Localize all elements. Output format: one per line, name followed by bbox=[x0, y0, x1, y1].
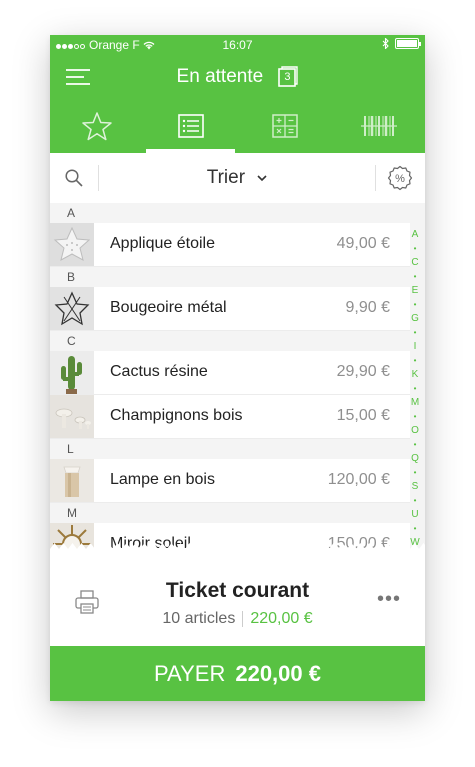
index-separator bbox=[408, 242, 422, 256]
index-separator bbox=[408, 354, 422, 368]
index-separator bbox=[408, 298, 422, 312]
alphabet-index[interactable]: ACEGIKMOQSUW bbox=[408, 228, 422, 550]
product-thumbnail bbox=[50, 395, 94, 438]
bluetooth-icon bbox=[382, 38, 389, 49]
filter-bar: Trier % bbox=[50, 153, 425, 204]
app-screen: Orange F 16:07 En attente 3 Trier % A Ap… bbox=[50, 35, 425, 701]
index-letter[interactable]: S bbox=[408, 480, 422, 494]
section-header: A bbox=[67, 206, 76, 220]
product-price: 29,90 € bbox=[336, 363, 390, 380]
more-options-icon[interactable]: ••• bbox=[377, 588, 401, 611]
list-item[interactable]: Lampe en bois 120,00 € bbox=[50, 459, 410, 503]
product-list: A Applique étoile 49,00 € B Bougeoire mé… bbox=[50, 203, 425, 553]
index-separator bbox=[408, 410, 422, 424]
ticket-article-count: 10 articles bbox=[162, 610, 236, 627]
product-name: Lampe en bois bbox=[110, 471, 215, 488]
section-header: L bbox=[67, 442, 74, 456]
product-thumbnail bbox=[50, 351, 94, 394]
index-letter[interactable]: C bbox=[408, 256, 422, 270]
nav-bar: En attente 3 bbox=[50, 55, 425, 99]
index-separator bbox=[408, 494, 422, 508]
index-separator bbox=[408, 382, 422, 396]
ticket-label: Ticket courant bbox=[165, 579, 310, 602]
list-icon bbox=[177, 114, 204, 138]
barcode-icon bbox=[360, 116, 397, 136]
star-icon bbox=[81, 112, 112, 141]
product-name: Champignons bois bbox=[110, 407, 243, 424]
product-name: Bougeoire métal bbox=[110, 299, 227, 316]
product-thumbnail bbox=[50, 459, 94, 502]
index-separator bbox=[408, 438, 422, 452]
page-title-wrap[interactable]: En attente 3 bbox=[50, 66, 425, 88]
index-separator bbox=[408, 522, 422, 536]
section-header: M bbox=[67, 506, 77, 520]
product-thumbnail bbox=[50, 287, 94, 330]
index-letter[interactable]: U bbox=[408, 508, 422, 522]
product-price: 49,00 € bbox=[336, 235, 390, 252]
product-price: 15,00 € bbox=[336, 407, 390, 424]
list-item[interactable]: Bougeoire métal 9,90 € bbox=[50, 287, 410, 331]
sort-dropdown[interactable]: Trier bbox=[50, 167, 425, 189]
ticket-summary: 10 articles 220,00 € bbox=[50, 610, 425, 628]
status-bar: Orange F 16:07 bbox=[50, 35, 425, 55]
section-header: C bbox=[67, 334, 76, 348]
tab-favorites[interactable] bbox=[50, 99, 143, 153]
index-letter[interactable]: G bbox=[408, 312, 422, 326]
index-separator bbox=[408, 270, 422, 284]
pay-amount: 220,00 € bbox=[235, 661, 321, 686]
index-letter[interactable]: I bbox=[408, 340, 422, 354]
ticket-total: 220,00 € bbox=[250, 610, 313, 627]
product-price: 9,90 € bbox=[345, 299, 390, 316]
list-item[interactable]: Champignons bois 15,00 € bbox=[50, 395, 410, 439]
index-letter[interactable]: A bbox=[408, 228, 422, 242]
svg-text:%: % bbox=[395, 173, 405, 185]
index-letter[interactable]: O bbox=[408, 424, 422, 438]
tab-barcode[interactable] bbox=[332, 99, 425, 153]
index-letter[interactable]: K bbox=[408, 368, 422, 382]
discount-icon[interactable]: % bbox=[387, 165, 413, 191]
chevron-down-icon bbox=[257, 175, 267, 182]
pay-label: PAYER bbox=[154, 661, 226, 686]
product-name: Cactus résine bbox=[110, 363, 208, 380]
pending-count: 3 bbox=[284, 71, 291, 83]
index-letter[interactable]: E bbox=[408, 284, 422, 298]
calculator-icon bbox=[271, 114, 298, 138]
index-separator bbox=[408, 466, 422, 480]
page-title: En attente bbox=[176, 66, 264, 87]
divider bbox=[375, 165, 376, 191]
pay-button[interactable]: PAYER 220,00 € bbox=[50, 646, 425, 701]
tab-list[interactable] bbox=[144, 99, 237, 153]
list-item[interactable]: Applique étoile 49,00 € bbox=[50, 223, 410, 267]
tab-bar bbox=[50, 99, 425, 153]
current-ticket-panel[interactable]: Ticket courant 10 articles 220,00 € ••• bbox=[50, 553, 425, 646]
index-separator bbox=[408, 326, 422, 340]
product-thumbnail bbox=[50, 223, 94, 266]
index-letter[interactable]: Q bbox=[408, 452, 422, 466]
tickets-stack-icon: 3 bbox=[276, 66, 299, 88]
divider bbox=[242, 610, 244, 627]
tab-calculator[interactable] bbox=[238, 99, 331, 153]
list-item[interactable]: Cactus résine 29,90 € bbox=[50, 351, 410, 395]
status-time: 16:07 bbox=[222, 38, 253, 52]
index-letter[interactable]: M bbox=[408, 396, 422, 410]
section-header: B bbox=[67, 270, 76, 284]
product-name: Applique étoile bbox=[110, 235, 215, 252]
sort-label: Trier bbox=[206, 167, 246, 188]
product-price: 120,00 € bbox=[327, 471, 390, 488]
battery-icon bbox=[395, 38, 421, 49]
